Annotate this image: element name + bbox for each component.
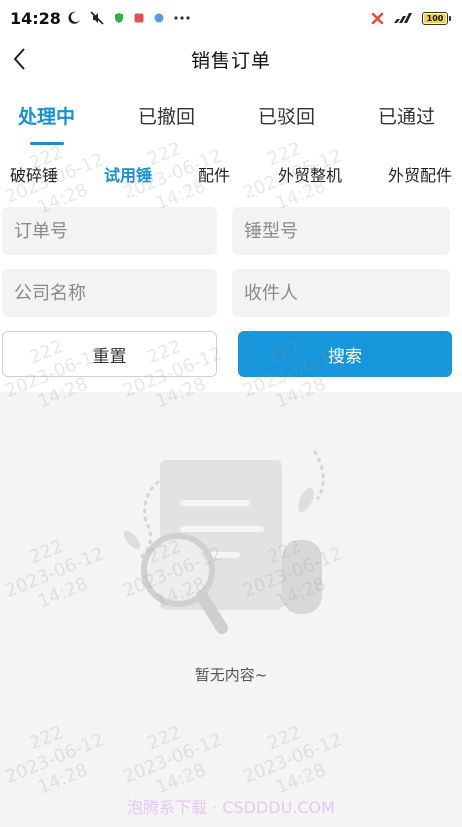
footer-watermark: 泡腾系下载 · CSDDDU.COM bbox=[127, 798, 335, 817]
search-button[interactable]: 搜索 bbox=[238, 331, 452, 377]
no-sim-icon bbox=[371, 12, 384, 25]
tab-approved[interactable]: 已通过 bbox=[378, 102, 435, 129]
watermark-user: 222 bbox=[26, 721, 67, 755]
order-number-input[interactable] bbox=[2, 207, 217, 255]
more-icon bbox=[173, 15, 191, 21]
watermark: 222 2023-06-12 14:28 bbox=[232, 709, 354, 809]
back-button[interactable] bbox=[4, 44, 34, 74]
watermark-time: 14:28 bbox=[34, 759, 91, 799]
tab-withdrawn[interactable]: 已撤回 bbox=[138, 102, 195, 129]
moon-icon bbox=[67, 11, 81, 25]
mute-icon bbox=[89, 10, 105, 26]
watermark-time: 14:28 bbox=[152, 759, 209, 799]
empty-document-illustration bbox=[123, 450, 325, 634]
watermark-user: 222 bbox=[26, 535, 67, 569]
category-tab-export-parts[interactable]: 外贸配件 bbox=[388, 162, 452, 186]
watermark: 222 2023-06-12 14:28 bbox=[112, 709, 234, 809]
page-title: 销售订单 bbox=[190, 49, 271, 72]
recipient-input[interactable] bbox=[232, 269, 450, 317]
status-bar: 14:28 100 bbox=[0, 0, 462, 36]
watermark-user: 222 bbox=[144, 721, 185, 755]
watermark-time: 14:28 bbox=[34, 573, 91, 613]
category-tab-export-machine[interactable]: 外贸整机 bbox=[278, 162, 342, 186]
empty-state-text: 暂无内容~ bbox=[194, 666, 268, 684]
active-tab-indicator bbox=[30, 142, 64, 145]
shield-icon bbox=[113, 12, 125, 24]
watermark-date: 2023-06-12 bbox=[2, 543, 108, 602]
status-time: 14:28 bbox=[10, 8, 61, 28]
nav-bar: 销售订单 bbox=[0, 36, 462, 82]
category-tab-breaker-hammer[interactable]: 破碎锤 bbox=[10, 162, 58, 186]
watermark: 222 2023-06-12 14:28 bbox=[0, 709, 116, 809]
blue-dot-icon bbox=[153, 12, 165, 24]
category-tab-parts[interactable]: 配件 bbox=[198, 162, 230, 186]
back-arrow-icon bbox=[13, 48, 25, 70]
hammer-model-input[interactable] bbox=[232, 207, 450, 255]
category-tabs: 破碎锤 试用锤 配件 外贸整机 外贸配件 bbox=[0, 156, 462, 188]
battery-level: 100 bbox=[426, 13, 444, 23]
watermark-date: 2023-06-12 bbox=[240, 729, 346, 788]
tab-rejected[interactable]: 已驳回 bbox=[258, 102, 315, 129]
reset-button[interactable]: 重置 bbox=[2, 331, 217, 377]
watermark-user: 222 bbox=[264, 721, 305, 755]
watermark-time: 14:28 bbox=[272, 759, 329, 799]
watermark: 222 2023-06-12 14:28 bbox=[0, 523, 116, 623]
watermark-date: 2023-06-12 bbox=[2, 729, 108, 788]
app-notification-icon bbox=[133, 12, 145, 24]
battery-icon: 100 bbox=[422, 11, 451, 25]
watermark-date: 2023-06-12 bbox=[120, 729, 226, 788]
status-tabs: 处理中 已撤回 已驳回 已通过 bbox=[0, 92, 462, 145]
company-name-input[interactable] bbox=[2, 269, 217, 317]
tab-processing[interactable]: 处理中 bbox=[18, 102, 75, 129]
signal-icon bbox=[392, 12, 414, 24]
category-tab-trial-hammer[interactable]: 试用锤 bbox=[104, 162, 152, 186]
